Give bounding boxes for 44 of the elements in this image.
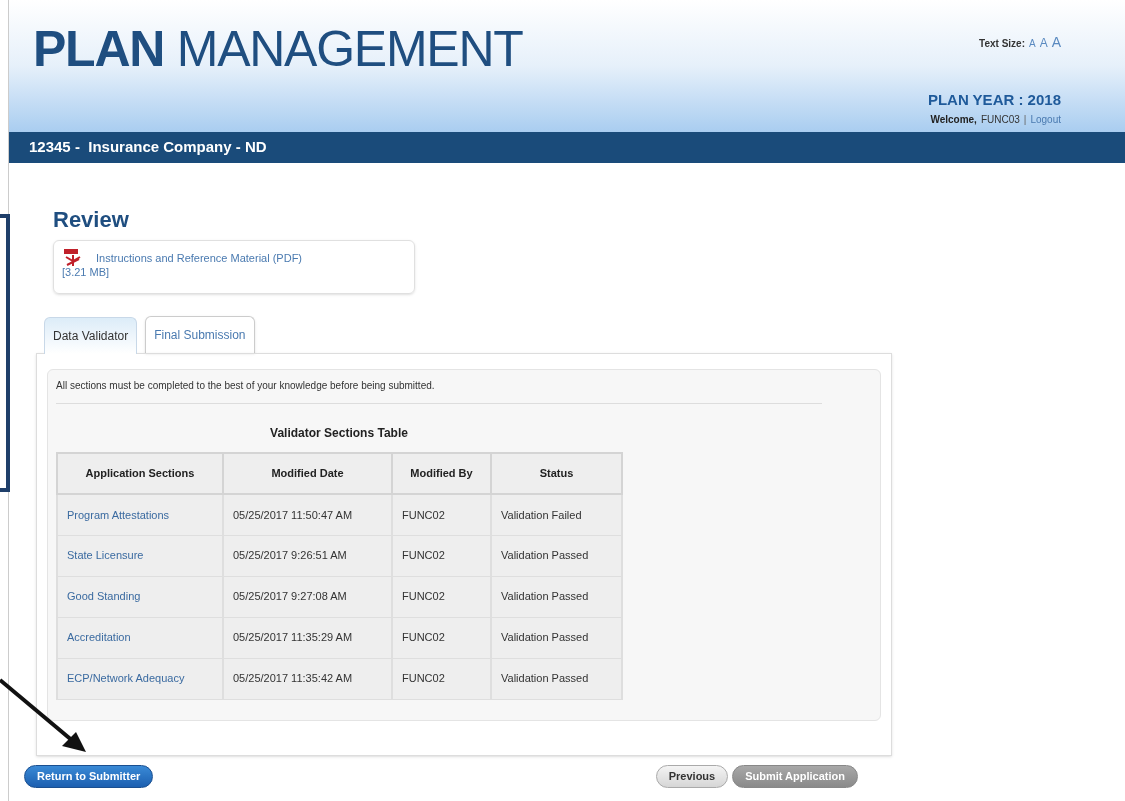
section-link[interactable]: State Licensure — [57, 535, 223, 576]
table-cell: Validation Passed — [491, 535, 622, 576]
user-name: FUNC03 — [980, 112, 1020, 127]
action-button[interactable]: Previous — [655, 765, 729, 788]
column-header: Modified By — [392, 453, 491, 494]
table-cell: Validation Passed — [491, 576, 622, 617]
tab[interactable]: Final Submission — [145, 316, 255, 353]
section-link[interactable]: Accreditation — [57, 617, 223, 658]
company-title: 12345 - Insurance Company - ND — [29, 137, 267, 158]
table-cell: FUNC02 — [392, 535, 491, 576]
section-link[interactable]: Good Standing — [57, 576, 223, 617]
app-title: PLAN MANAGEMENT — [33, 24, 523, 79]
return-button[interactable]: Return to Submitter — [24, 765, 154, 788]
table-cell: FUNC02 — [392, 494, 491, 535]
text-size-link[interactable]: A — [1039, 34, 1048, 52]
table-cell: Validation Failed — [491, 494, 622, 535]
table-cell: FUNC02 — [392, 617, 491, 658]
notice-text: All sections must be completed to the best of your knowledge before being submitted. — [56, 378, 822, 404]
text-size-link[interactable]: A — [1028, 36, 1036, 51]
column-header: Modified Date — [223, 453, 392, 494]
section-link[interactable]: ECP/Network Adequacy — [57, 658, 223, 699]
plan-year: PLAN YEAR : 2018 — [927, 90, 1061, 110]
document-link[interactable]: Instructions and Reference Material (PDF) — [96, 249, 303, 267]
column-header: Status — [491, 453, 622, 494]
table-cell: 05/25/2017 11:35:42 AM — [223, 658, 392, 699]
separator: | — [1023, 112, 1027, 127]
table-cell: 05/25/2017 11:35:29 AM — [223, 617, 392, 658]
welcome-label: Welcome, — [930, 112, 977, 127]
tab[interactable]: Data Validator — [44, 317, 138, 354]
table-cell: 05/25/2017 11:50:47 AM — [223, 494, 392, 535]
column-header: Application Sections — [57, 453, 223, 494]
table-cell: 05/25/2017 9:27:08 AM — [223, 576, 392, 617]
table-caption: Validator Sections Table — [269, 425, 409, 442]
text-size-link[interactable]: A — [1051, 32, 1061, 53]
table-cell: FUNC02 — [392, 658, 491, 699]
file-size: [3.21 MB] — [62, 267, 111, 278]
page-title: Review — [53, 206, 130, 234]
table-cell: FUNC02 — [392, 576, 491, 617]
text-size-label: Text Size: — [979, 37, 1025, 51]
section-link[interactable]: Program Attestations — [57, 494, 223, 535]
logout-link[interactable]: Logout — [1030, 111, 1061, 127]
table-cell: Validation Passed — [491, 617, 622, 658]
table-cell: 05/25/2017 9:26:51 AM — [223, 535, 392, 576]
table-cell: Validation Passed — [491, 658, 622, 699]
